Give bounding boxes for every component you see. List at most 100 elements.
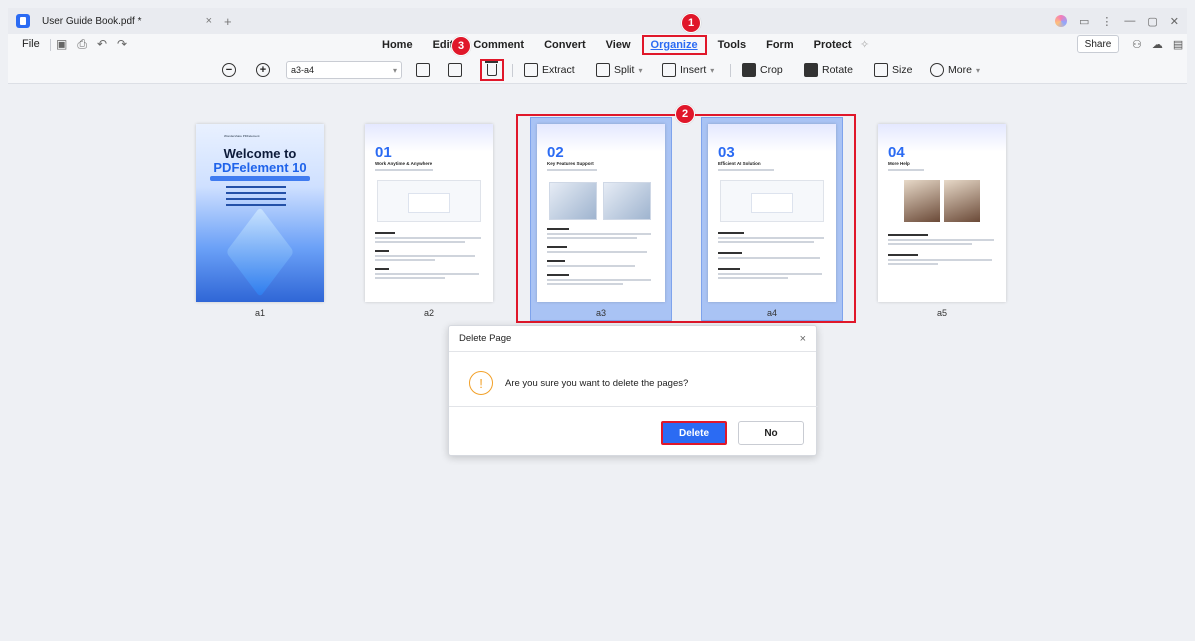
cover-bullet: [226, 198, 286, 200]
undo-icon[interactable]: ↶: [97, 37, 107, 52]
tab-organize[interactable]: Organize: [641, 34, 708, 56]
delete-page-button[interactable]: [480, 59, 504, 81]
pin-icon[interactable]: ✧: [860, 38, 869, 51]
text-line: [375, 241, 465, 243]
rotate-icon: [804, 63, 818, 77]
file-menu[interactable]: File: [22, 38, 40, 50]
page-replace-icon: [448, 63, 462, 77]
selection-highlight-frame: [516, 114, 856, 323]
text-line: [375, 250, 389, 252]
text-line: [375, 232, 395, 234]
chevron-down-icon: ▾: [638, 65, 643, 75]
size-button[interactable]: Size: [874, 61, 912, 79]
upload-cloud-icon[interactable]: ☁: [1152, 38, 1163, 51]
page-number-heading: 04: [888, 144, 905, 161]
crop-button[interactable]: Crop: [742, 61, 783, 79]
rotate-button[interactable]: Rotate: [804, 61, 853, 79]
cover-title-line1: Welcome to: [223, 146, 297, 161]
tab-view[interactable]: View: [596, 34, 641, 56]
page-label-a2: a2: [423, 308, 434, 318]
dialog-title: Delete Page: [459, 333, 512, 344]
text-line: [888, 169, 924, 171]
text-line: [888, 263, 938, 265]
more-vert-icon[interactable]: ⋮: [1101, 15, 1112, 28]
size-label: Size: [892, 64, 913, 76]
cover-bullet: [226, 192, 286, 194]
insert-page-before-button[interactable]: [416, 61, 430, 79]
rotate-label: Rotate: [822, 64, 853, 76]
tab-tools[interactable]: Tools: [708, 34, 757, 56]
zoom-in-button[interactable]: +: [256, 61, 270, 79]
page-thumbnail-a2[interactable]: 01 Work Anytime & Anywhere: [365, 124, 493, 302]
text-line: [888, 259, 992, 261]
dialog-footer: Delete No: [449, 406, 818, 457]
zoom-out-button[interactable]: −: [222, 61, 236, 79]
text-line: [888, 243, 972, 245]
replace-page-button[interactable]: [448, 61, 462, 79]
organize-toolbar: − + a3-a4 ▾ Extract Split ▾ Insert ▾ Cro…: [8, 56, 1187, 84]
divider: [512, 64, 513, 77]
cover-bullet: [226, 204, 286, 206]
delete-button[interactable]: Delete: [661, 421, 727, 445]
insert-button[interactable]: Insert ▾: [662, 61, 714, 79]
more-button[interactable]: More ▾: [930, 61, 980, 79]
tab-comment[interactable]: Comment: [463, 34, 534, 56]
split-icon: [596, 63, 610, 77]
close-window-icon[interactable]: ✕: [1170, 15, 1179, 28]
cover-illustration: [225, 206, 295, 298]
step-badge-1: 1: [681, 13, 701, 33]
more-horizontal-icon: [930, 63, 944, 77]
tab-protect[interactable]: Protect: [804, 34, 862, 56]
avatar[interactable]: [1054, 15, 1067, 27]
zoom-in-icon: +: [256, 63, 270, 77]
print-icon[interactable]: ⎙: [77, 37, 87, 52]
text-line: [375, 255, 475, 257]
redo-icon[interactable]: ↷: [117, 37, 127, 52]
tab-form[interactable]: Form: [756, 34, 804, 56]
page-thumbnail-a5[interactable]: 04 More Help: [878, 124, 1006, 302]
cover-title-line2: PDFelement 10: [213, 160, 307, 175]
maximize-icon[interactable]: ▢: [1147, 15, 1157, 28]
window-controls: ▭ ⋮ — ▢ ✕: [1054, 8, 1179, 34]
extract-button[interactable]: Extract: [524, 61, 575, 79]
chevron-down-icon: ▾: [710, 65, 715, 75]
app-logo-icon: [16, 14, 30, 28]
text-line: [375, 277, 445, 279]
minimize-icon[interactable]: —: [1124, 15, 1135, 27]
cover-title: Welcome to PDFelement 10: [196, 147, 324, 175]
new-tab-icon[interactable]: +: [224, 14, 232, 29]
cover-bullet: [226, 186, 286, 188]
tab-home[interactable]: Home: [372, 34, 423, 56]
delete-page-dialog: Delete Page × ! Are you sure you want to…: [448, 325, 818, 457]
photo-image: [904, 180, 940, 222]
crop-icon: [742, 63, 756, 77]
collaborate-icon[interactable]: ⚇: [1132, 38, 1142, 51]
split-button[interactable]: Split ▾: [596, 61, 642, 79]
save-icon[interactable]: ▣: [56, 37, 67, 52]
no-button[interactable]: No: [738, 421, 804, 445]
title-bar: User Guide Book.pdf * × + ▭ ⋮ — ▢ ✕: [8, 8, 1187, 34]
chevron-down-icon: ▾: [975, 65, 980, 75]
page-heading: Work Anytime & Anywhere: [375, 161, 433, 166]
page-range-select[interactable]: a3-a4 ▾: [286, 61, 402, 79]
close-icon[interactable]: ×: [800, 333, 806, 345]
page-number-heading: 01: [375, 144, 392, 161]
panel-icon[interactable]: ▤: [1173, 38, 1183, 51]
tab-close-icon[interactable]: ×: [206, 15, 212, 27]
text-line: [888, 234, 928, 236]
dialog-message: Are you sure you want to delete the page…: [505, 377, 689, 389]
document-tab[interactable]: User Guide Book.pdf * ×: [36, 10, 218, 32]
tab-title: User Guide Book.pdf *: [42, 15, 142, 27]
tab-convert[interactable]: Convert: [534, 34, 596, 56]
resize-icon: [874, 63, 888, 77]
chat-icon[interactable]: ▭: [1079, 15, 1089, 28]
text-line: [375, 268, 389, 270]
page-thumbnail-a1[interactable]: Wondershare PDFelement Welcome to PDFele…: [196, 124, 324, 302]
more-label: More: [948, 64, 972, 76]
page-label-a5: a5: [936, 308, 947, 318]
insert-icon: [662, 63, 676, 77]
share-button[interactable]: Share: [1077, 35, 1119, 53]
step-badge-2: 2: [675, 104, 695, 124]
dialog-body: ! Are you sure you want to delete the pa…: [469, 371, 688, 395]
cover-banner: [210, 176, 310, 181]
